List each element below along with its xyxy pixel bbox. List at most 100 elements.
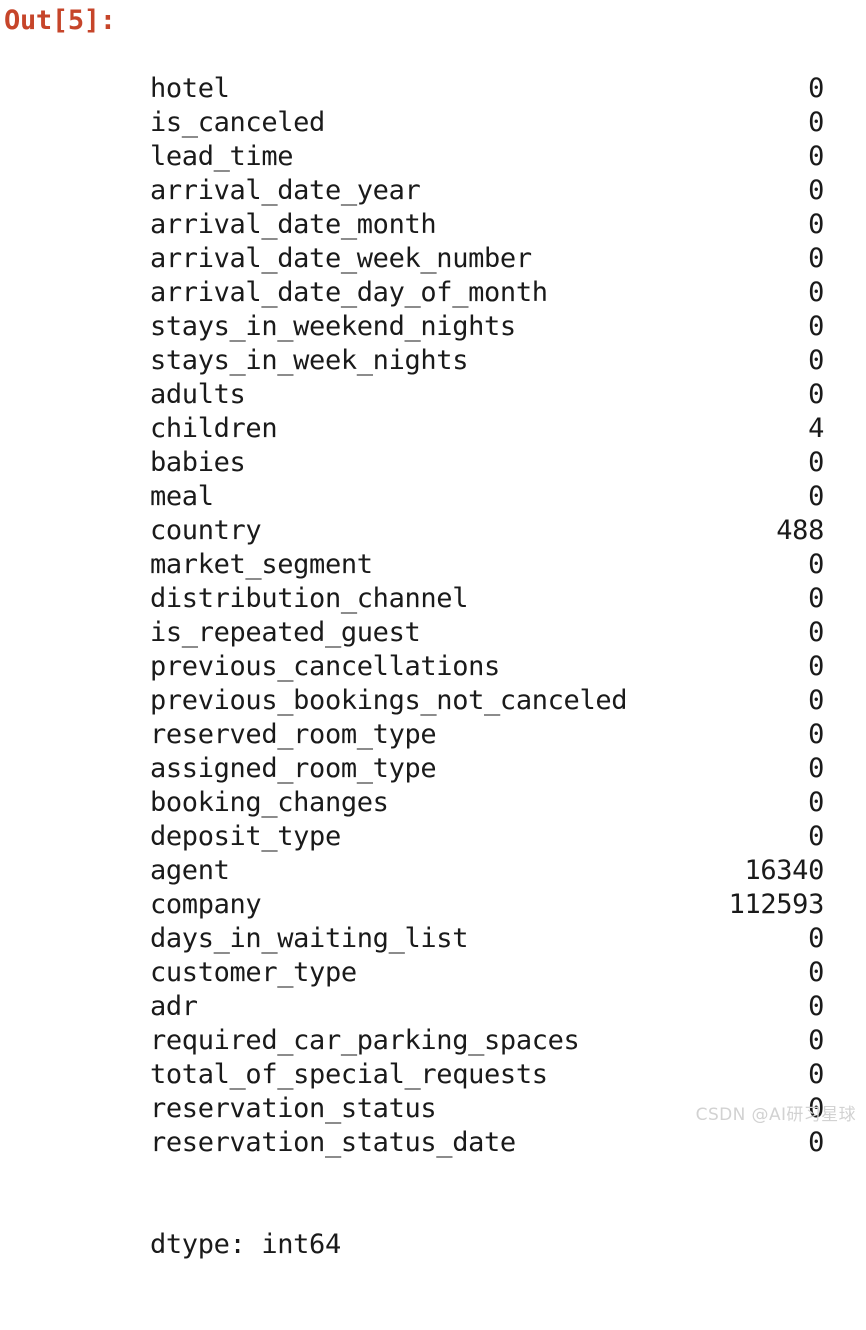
series-row-list: hotel 0 is_canceled 0 lead_time 0 arrival_date… <box>150 72 824 1160</box>
series-value: 4 <box>808 413 824 444</box>
series-index-label: reserved_room_type <box>150 719 437 750</box>
series-index-label: reservation_status_date <box>150 1127 516 1158</box>
series-index-label: distribution_channel <box>150 583 469 614</box>
series-index-label: arrival_date_day_of_month <box>150 277 548 308</box>
series-index-label: arrival_date_week_number <box>150 243 532 274</box>
series-row: country 488 <box>150 514 824 548</box>
series-row: days_in_waiting_list 0 <box>150 922 824 956</box>
series-index-label: total_of_special_requests <box>150 1059 548 1090</box>
series-index-label: adr <box>150 991 198 1022</box>
series-row: total_of_special_requests 0 <box>150 1058 824 1092</box>
series-index-label: is_canceled <box>150 107 325 138</box>
series-row: reservation_status_date 0 <box>150 1126 824 1160</box>
series-row: market_segment 0 <box>150 548 824 582</box>
series-row: is_canceled 0 <box>150 106 824 140</box>
series-value: 0 <box>808 1059 824 1090</box>
series-index-label: is_repeated_guest <box>150 617 421 648</box>
series-value: 0 <box>808 991 824 1022</box>
series-value: 0 <box>808 345 824 376</box>
series-index-label: previous_cancellations <box>150 651 500 682</box>
series-index-label: hotel <box>150 73 230 104</box>
series-value: 0 <box>808 787 824 818</box>
output-prompt-label: Out[5]: <box>4 5 116 36</box>
series-index-label: required_car_parking_spaces <box>150 1025 580 1056</box>
series-index-label: previous_bookings_not_canceled <box>150 685 628 716</box>
series-row: customer_type 0 <box>150 956 824 990</box>
series-index-label: children <box>150 413 278 444</box>
series-value: 0 <box>808 957 824 988</box>
series-row: stays_in_week_nights 0 <box>150 344 824 378</box>
series-value: 0 <box>808 481 824 512</box>
series-index-label: market_segment <box>150 549 373 580</box>
series-row: distribution_channel 0 <box>150 582 824 616</box>
series-row: adults 0 <box>150 378 824 412</box>
series-value: 0 <box>808 175 824 206</box>
series-index-label: reservation_status <box>150 1093 437 1124</box>
series-value: 0 <box>808 73 824 104</box>
series-row: arrival_date_day_of_month 0 <box>150 276 824 310</box>
series-value: 0 <box>808 447 824 478</box>
series-dtype-line: dtype: int64 <box>150 1229 341 1260</box>
series-index-label: stays_in_week_nights <box>150 345 469 376</box>
series-index-label: company <box>150 889 262 920</box>
series-row: arrival_date_month 0 <box>150 208 824 242</box>
series-index-label: booking_changes <box>150 787 389 818</box>
series-value: 0 <box>808 141 824 172</box>
series-index-label: meal <box>150 481 214 512</box>
series-row: adr 0 <box>150 990 824 1024</box>
series-index-label: assigned_room_type <box>150 753 437 784</box>
series-index-label: days_in_waiting_list <box>150 923 469 954</box>
series-row: hotel 0 <box>150 72 824 106</box>
pandas-series-output: hotel 0 is_canceled 0 lead_time 0 arrival_date… <box>150 4 824 1330</box>
series-value: 0 <box>808 583 824 614</box>
series-index-label: deposit_type <box>150 821 341 852</box>
series-value: 0 <box>808 685 824 716</box>
series-index-label: country <box>150 515 262 546</box>
series-row: company 112593 <box>150 888 824 922</box>
series-value: 16340 <box>744 855 824 886</box>
series-row: arrival_date_year 0 <box>150 174 824 208</box>
series-value: 0 <box>808 107 824 138</box>
series-row: meal 0 <box>150 480 824 514</box>
series-row: previous_cancellations 0 <box>150 650 824 684</box>
csdn-watermark: CSDN @AI研习星球 <box>695 1105 856 1125</box>
series-value: 0 <box>808 311 824 342</box>
series-value: 0 <box>808 209 824 240</box>
series-value: 0 <box>808 821 824 852</box>
series-index-label: arrival_date_year <box>150 175 421 206</box>
series-value: 0 <box>808 1025 824 1056</box>
series-row: reserved_room_type 0 <box>150 718 824 752</box>
series-index-label: customer_type <box>150 957 357 988</box>
series-value: 0 <box>808 379 824 410</box>
series-value: 112593 <box>728 889 825 920</box>
series-row: assigned_room_type 0 <box>150 752 824 786</box>
series-row: arrival_date_week_number 0 <box>150 242 824 276</box>
series-row: stays_in_weekend_nights 0 <box>150 310 824 344</box>
notebook-output-cell: Out[5]: hotel 0 is_canceled 0 lead_time 0 arri… <box>0 0 866 1260</box>
series-row: required_car_parking_spaces 0 <box>150 1024 824 1058</box>
series-row: lead_time 0 <box>150 140 824 174</box>
series-row: is_repeated_guest 0 <box>150 616 824 650</box>
series-index-label: arrival_date_month <box>150 209 437 240</box>
series-index-label: babies <box>150 447 246 478</box>
series-value: 0 <box>808 243 824 274</box>
series-value: 0 <box>808 719 824 750</box>
series-row: babies 0 <box>150 446 824 480</box>
series-row: previous_bookings_not_canceled 0 <box>150 684 824 718</box>
series-value: 0 <box>808 923 824 954</box>
series-index-label: lead_time <box>150 141 294 172</box>
series-index-label: stays_in_weekend_nights <box>150 311 516 342</box>
series-value: 0 <box>808 617 824 648</box>
series-index-label: agent <box>150 855 230 886</box>
series-row: booking_changes 0 <box>150 786 824 820</box>
series-value: 0 <box>808 753 824 784</box>
series-row: deposit_type 0 <box>150 820 824 854</box>
series-value: 0 <box>808 549 824 580</box>
series-value: 0 <box>808 1127 824 1158</box>
series-index-label: adults <box>150 379 246 410</box>
series-row: agent 16340 <box>150 854 824 888</box>
series-row: children 4 <box>150 412 824 446</box>
series-value: 488 <box>776 515 824 546</box>
series-value: 0 <box>808 277 824 308</box>
series-value: 0 <box>808 651 824 682</box>
